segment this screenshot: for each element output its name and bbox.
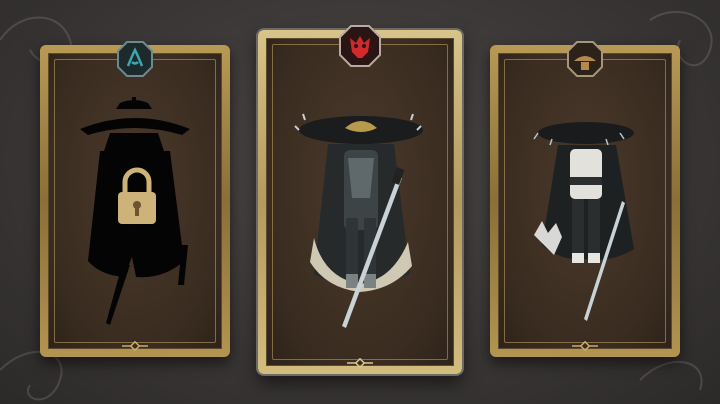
character-white-robe-ronin [533, 122, 634, 321]
straw-hat-sigil-icon [567, 41, 603, 77]
padlock-icon [118, 167, 156, 224]
skin-card-selected[interactable] [258, 25, 462, 374]
skin-card-locked[interactable] [40, 41, 230, 357]
card-bottom-ornament [122, 341, 148, 351]
skin-card-owned[interactable] [490, 41, 680, 357]
demon-mask-sigil-icon [339, 25, 381, 67]
water-sigil-icon [117, 41, 153, 77]
card-bottom-ornament [572, 341, 598, 351]
character-straw-hat-ronin [294, 113, 423, 328]
card-bottom-ornament [347, 358, 373, 368]
